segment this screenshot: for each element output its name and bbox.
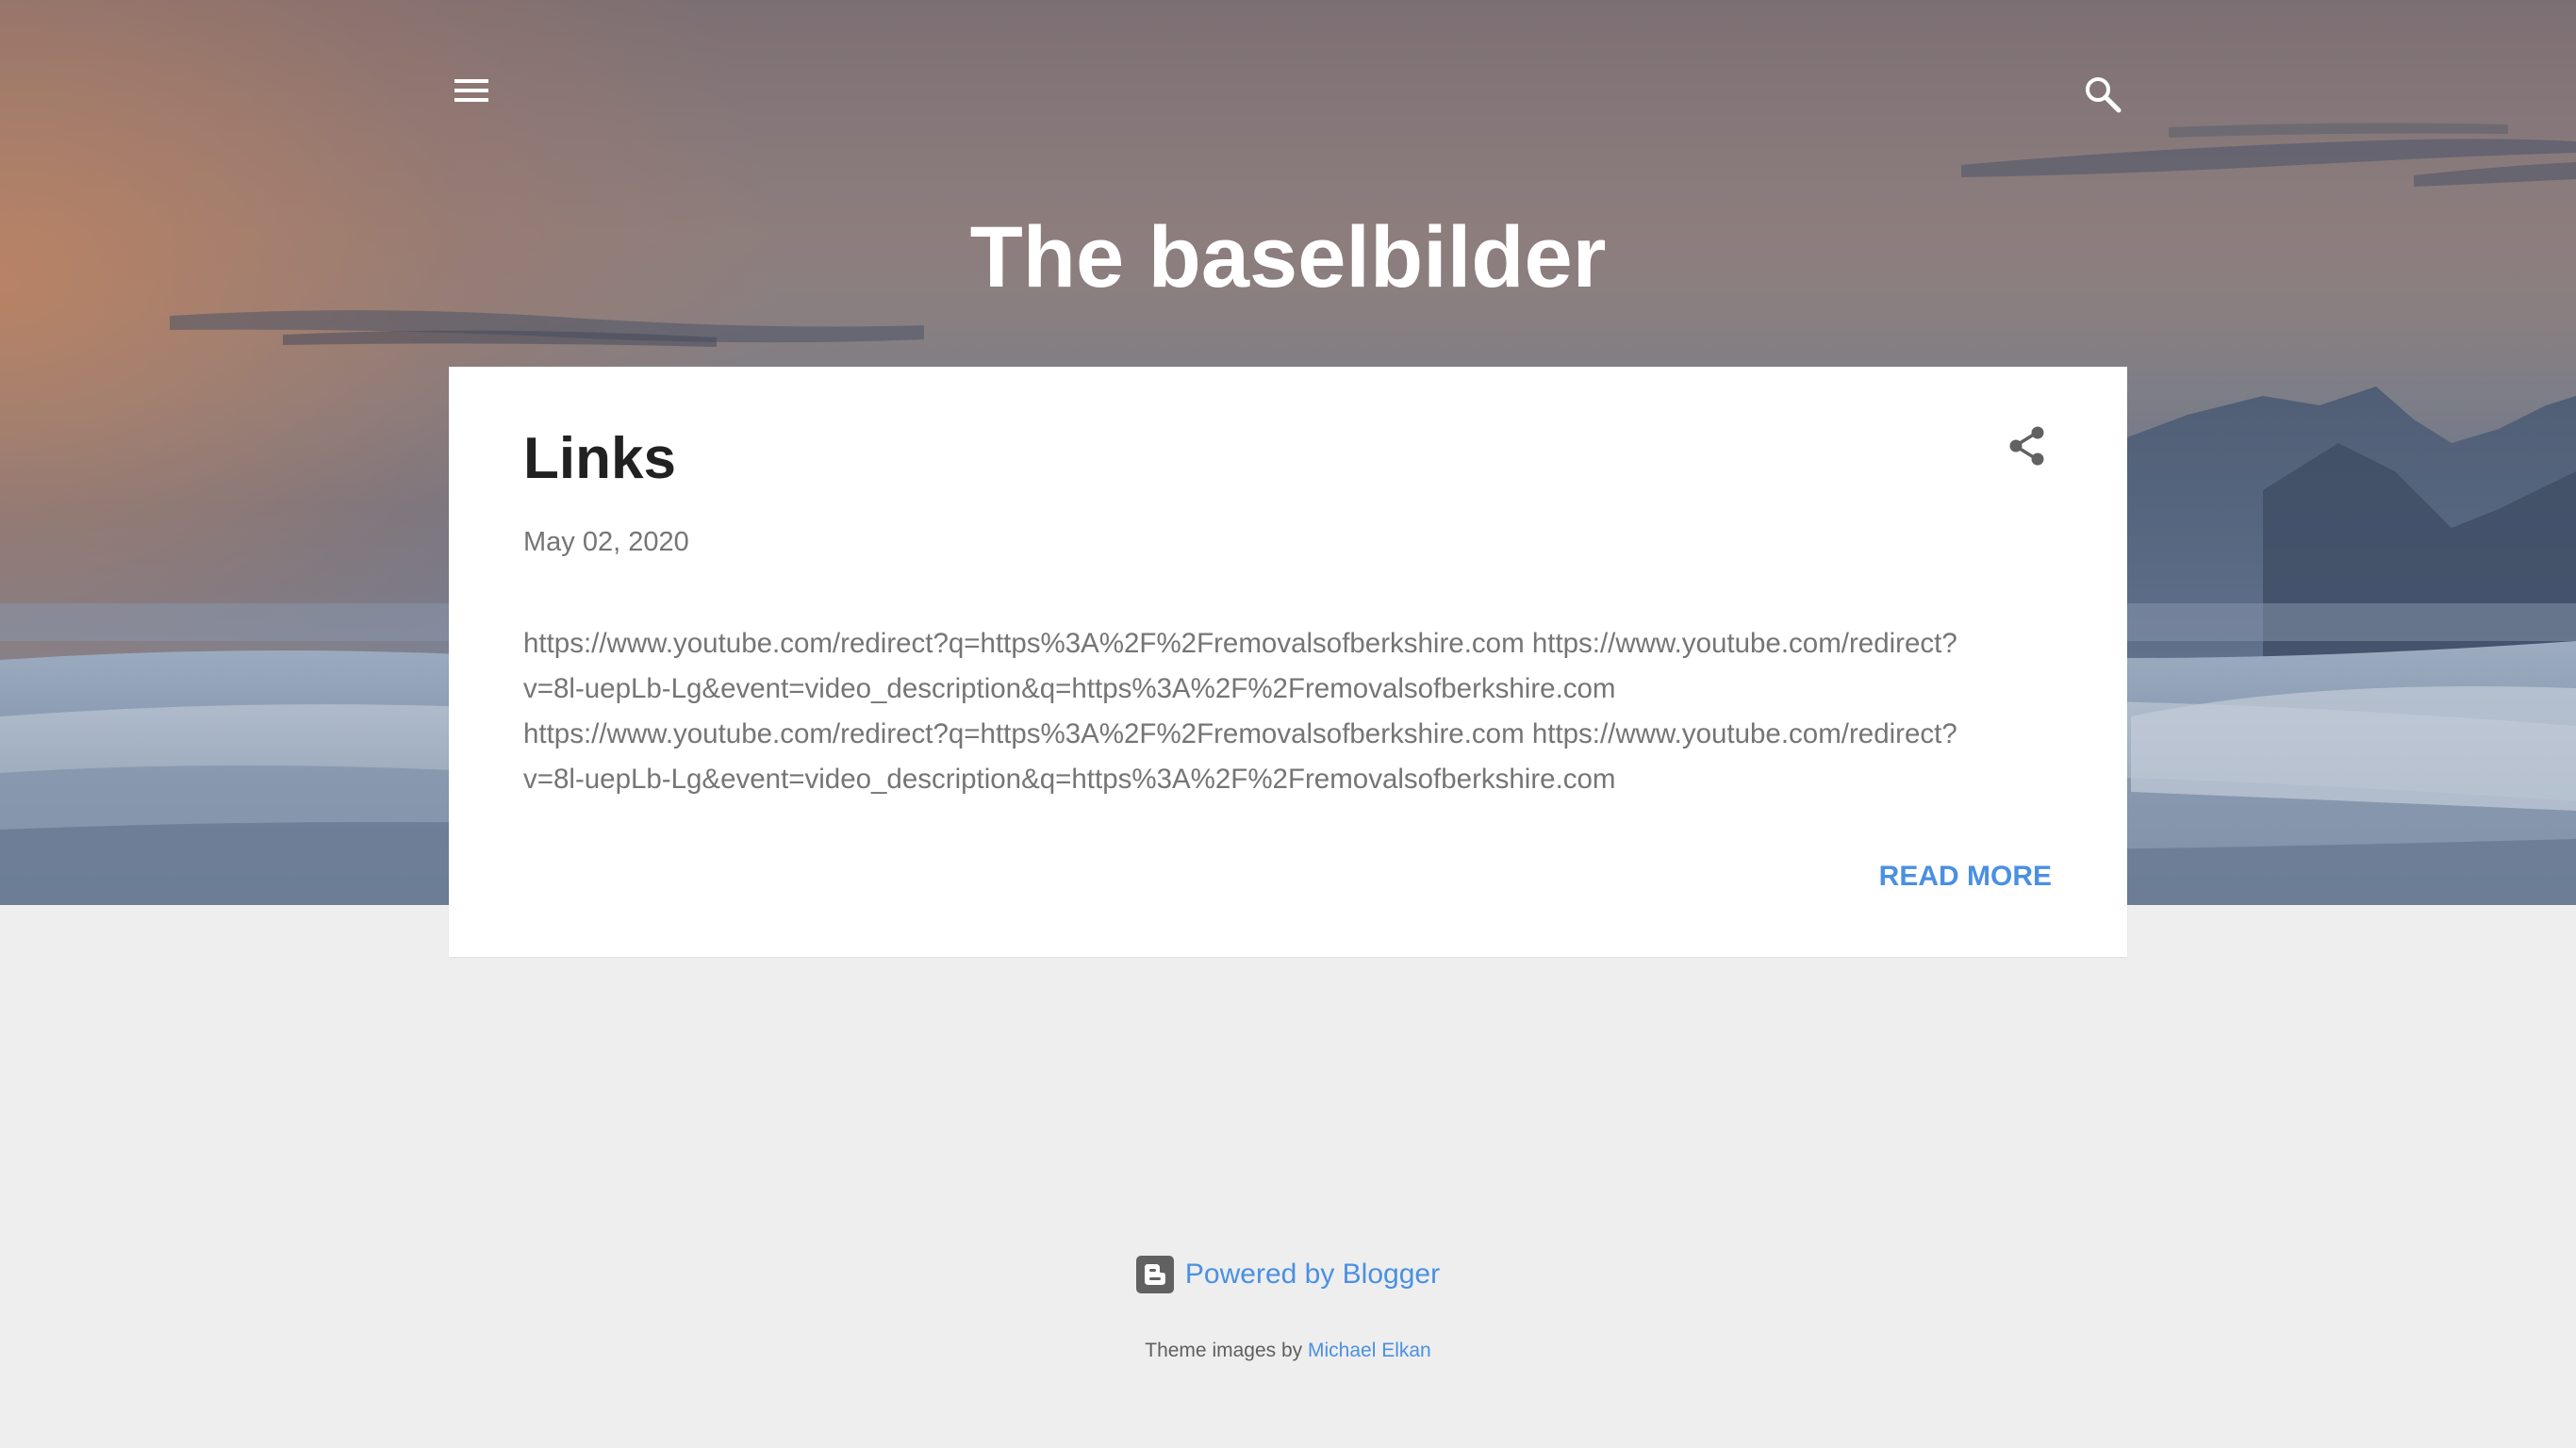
snippet-line: https://www.youtube.com/redirect?q=https…	[523, 628, 1957, 659]
attribution-prefix: Theme images by	[1145, 1340, 1303, 1361]
attribution-author-link[interactable]: Michael Elkan	[1308, 1340, 1431, 1361]
post-date[interactable]: May 02, 2020	[523, 523, 689, 561]
blogger-logo-icon	[1135, 1256, 1174, 1293]
snippet-line: v=8l-uepLb-Lg&event=video_description&q=…	[523, 673, 1616, 704]
menu-button[interactable]	[453, 72, 490, 109]
post-title[interactable]: Links	[523, 421, 676, 497]
search-icon	[2086, 77, 2122, 113]
powered-by-blogger-link[interactable]: Powered by Blogger	[1135, 1256, 1441, 1293]
post-snippet: https://www.youtube.com/redirect?q=https…	[523, 621, 2051, 802]
blog-page: The baselbilder Links May 02, 2020 https…	[0, 0, 2576, 1448]
share-icon	[2009, 426, 2044, 466]
powered-by: Powered by Blogger	[0, 1256, 2576, 1304]
share-button[interactable]	[2005, 423, 2050, 469]
post-card: Links May 02, 2020 https://www.youtube.c…	[449, 367, 2127, 957]
powered-by-text: Powered by Blogger	[1184, 1259, 1441, 1290]
search-button[interactable]	[2082, 74, 2123, 115]
snippet-line: https://www.youtube.com/redirect?q=https…	[523, 718, 1957, 749]
theme-attribution: Theme images by Michael Elkan	[0, 1337, 2576, 1365]
read-more-link[interactable]: READ MORE	[1879, 858, 2052, 896]
blog-title[interactable]: The baselbilder	[0, 206, 2576, 309]
snippet-line: v=8l-uepLb-Lg&event=video_description&q=…	[523, 764, 1616, 795]
hamburger-menu-icon	[454, 79, 488, 102]
